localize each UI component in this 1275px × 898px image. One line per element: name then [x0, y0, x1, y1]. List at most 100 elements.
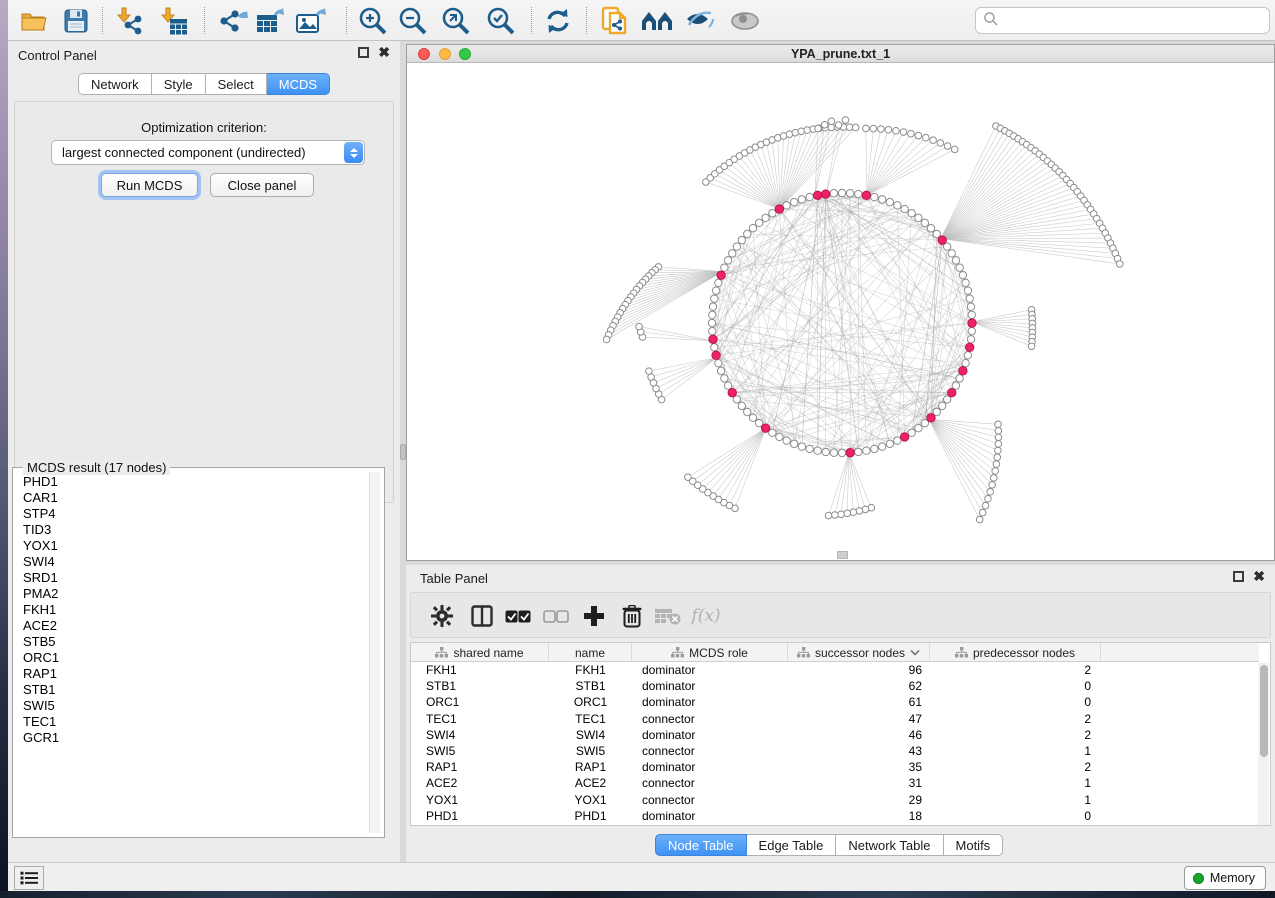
- table-cell[interactable]: 31: [788, 775, 922, 791]
- mcds-result-item[interactable]: PMA2: [23, 586, 365, 602]
- table-row[interactable]: ACE2ACE2 connector 31 1: [411, 775, 1259, 791]
- column-header-MCDS-role[interactable]: MCDS role: [632, 643, 788, 662]
- fit-content-icon[interactable]: [440, 5, 472, 37]
- table-cell[interactable]: 35: [788, 759, 922, 775]
- table-cell[interactable]: 1: [930, 792, 1091, 808]
- search-box[interactable]: [975, 7, 1270, 34]
- mcds-result-item[interactable]: SRD1: [23, 570, 365, 586]
- table-cell[interactable]: dominator: [642, 678, 782, 694]
- network-window-titlebar[interactable]: YPA_prune.txt_1: [407, 45, 1274, 63]
- column-header-shared-name[interactable]: shared name: [411, 643, 549, 662]
- first-neighbors-icon[interactable]: [641, 5, 673, 37]
- table-cell[interactable]: ACE2: [549, 775, 632, 791]
- table-cell[interactable]: 0: [930, 678, 1091, 694]
- network-graph[interactable]: [407, 63, 1274, 560]
- table-cell[interactable]: dominator: [642, 808, 782, 824]
- export-network-icon[interactable]: [217, 5, 249, 37]
- mcds-result-item[interactable]: ACE2: [23, 618, 365, 634]
- table-cell[interactable]: SWI5: [426, 743, 546, 759]
- create-column-plus-icon[interactable]: [579, 601, 609, 631]
- mcds-result-item[interactable]: YOX1: [23, 538, 365, 554]
- mcds-result-item[interactable]: FKH1: [23, 602, 365, 618]
- table-cell[interactable]: STB1: [549, 678, 632, 694]
- mcds-result-item[interactable]: SWI5: [23, 698, 365, 714]
- table-cell[interactable]: 2: [930, 711, 1091, 727]
- table-cell[interactable]: SWI4: [426, 727, 546, 743]
- close-panel-icon[interactable]: ✖: [1253, 571, 1265, 582]
- export-image-icon[interactable]: [295, 5, 327, 37]
- table-cell[interactable]: dominator: [642, 662, 782, 678]
- table-scrollbar[interactable]: [1258, 663, 1269, 825]
- zoom-in-icon[interactable]: [357, 5, 389, 37]
- mcds-result-item[interactable]: STB5: [23, 634, 365, 650]
- table-cell[interactable]: 47: [788, 711, 922, 727]
- canvas-splitter-handle-icon[interactable]: [837, 551, 848, 559]
- zoom-selected-icon[interactable]: [485, 5, 517, 37]
- table-cell[interactable]: 2: [930, 662, 1091, 678]
- table-cell[interactable]: STB1: [426, 678, 546, 694]
- close-panel-icon[interactable]: ✖: [378, 47, 390, 58]
- mcds-result-item[interactable]: GCR1: [23, 730, 365, 746]
- table-cell[interactable]: dominator: [642, 727, 782, 743]
- select-all-checkboxes-icon[interactable]: [503, 601, 533, 631]
- table-cell[interactable]: SWI4: [549, 727, 632, 743]
- import-network-icon[interactable]: [114, 5, 146, 37]
- table-row[interactable]: YOX1YOX1connector291: [411, 792, 1259, 808]
- table-cell[interactable]: 0: [930, 694, 1091, 710]
- new-network-from-selection-icon[interactable]: [599, 5, 631, 37]
- task-history-button[interactable]: [14, 866, 44, 890]
- float-panel-icon[interactable]: [358, 47, 369, 58]
- mcds-result-item[interactable]: RAP1: [23, 666, 365, 682]
- column-header-name[interactable]: name: [549, 643, 632, 662]
- search-input[interactable]: [999, 13, 1269, 28]
- mcds-result-item[interactable]: PHD1: [23, 474, 365, 490]
- network-canvas[interactable]: [407, 63, 1274, 560]
- table-cell[interactable]: RAP1: [549, 759, 632, 775]
- table-cell[interactable]: ACE2: [426, 775, 546, 791]
- table-cell[interactable]: 0: [930, 808, 1091, 824]
- tab-network[interactable]: Network: [78, 73, 152, 95]
- import-table-icon[interactable]: [158, 5, 190, 37]
- show-all-icon[interactable]: [729, 5, 761, 37]
- close-panel-button[interactable]: Close panel: [210, 173, 314, 197]
- table-cell[interactable]: TEC1: [549, 711, 632, 727]
- table-cell[interactable]: 96: [788, 662, 922, 678]
- table-cell[interactable]: FKH1: [426, 662, 546, 678]
- table-cell[interactable]: 61: [788, 694, 922, 710]
- table-cell[interactable]: connector: [642, 711, 782, 727]
- tab-network-table[interactable]: Network Table: [836, 834, 943, 856]
- mcds-result-item[interactable]: ORC1: [23, 650, 365, 666]
- tab-select[interactable]: Select: [206, 73, 267, 95]
- table-cell[interactable]: RAP1: [426, 759, 546, 775]
- table-cell[interactable]: YOX1: [426, 792, 546, 808]
- table-cell[interactable]: PHD1: [426, 808, 546, 824]
- table-row[interactable]: FKH1FKH1 dominator 96 2: [411, 662, 1259, 678]
- tab-motifs[interactable]: Motifs: [944, 834, 1004, 856]
- table-row[interactable]: STB1STB1 dominator 62 0: [411, 678, 1259, 694]
- table-cell[interactable]: 62: [788, 678, 922, 694]
- table-cell[interactable]: ORC1: [549, 694, 632, 710]
- table-cell[interactable]: ORC1: [426, 694, 546, 710]
- table-cell[interactable]: YOX1: [549, 792, 632, 808]
- table-row[interactable]: RAP1RAP1dominator352: [411, 759, 1259, 775]
- table-cell[interactable]: FKH1: [549, 662, 632, 678]
- table-cell[interactable]: connector: [642, 775, 782, 791]
- open-file-icon[interactable]: [18, 5, 50, 37]
- mcds-result-item[interactable]: TEC1: [23, 714, 365, 730]
- table-cell[interactable]: connector: [642, 792, 782, 808]
- table-row[interactable]: PHD1PHD1dominator180: [411, 808, 1259, 824]
- mcds-result-list[interactable]: PHD1CAR1STP4TID3YOX1SWI4SRD1PMA2FKH1ACE2…: [13, 474, 365, 832]
- table-row[interactable]: SWI5SWI5connector431: [411, 743, 1259, 759]
- table-cell[interactable]: PHD1: [549, 808, 632, 824]
- tab-node-table[interactable]: Node Table: [655, 834, 747, 856]
- zoom-out-icon[interactable]: [397, 5, 429, 37]
- table-cell[interactable]: 46: [788, 727, 922, 743]
- table-row[interactable]: ORC1ORC1dominator610: [411, 694, 1259, 710]
- mcds-result-item[interactable]: STB1: [23, 682, 365, 698]
- table-cell[interactable]: 1: [930, 775, 1091, 791]
- table-cell[interactable]: 2: [930, 759, 1091, 775]
- mcds-result-item[interactable]: TID3: [23, 522, 365, 538]
- tab-mcds[interactable]: MCDS: [267, 73, 330, 95]
- table-cell[interactable]: TEC1: [426, 711, 546, 727]
- table-cell[interactable]: SWI5: [549, 743, 632, 759]
